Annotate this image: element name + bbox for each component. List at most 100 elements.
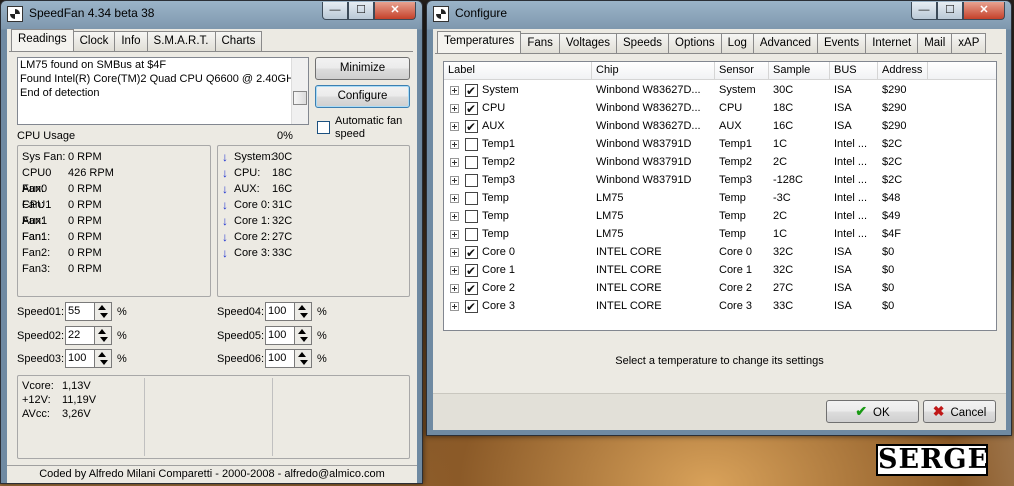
- expand-plus-icon[interactable]: [450, 139, 459, 149]
- maximize-window-button[interactable]: ☐: [348, 2, 374, 20]
- cell-label: Temp2: [444, 153, 592, 171]
- tab-smart[interactable]: S.M.A.R.T.: [146, 31, 216, 51]
- tab-fans[interactable]: Fans: [520, 33, 560, 53]
- tab-events[interactable]: Events: [817, 33, 867, 53]
- speed03-input[interactable]: 100: [65, 349, 95, 368]
- log-scrollbar[interactable]: [291, 58, 308, 124]
- table-row[interactable]: Temp LM75 Temp 2C Intel ... $49: [444, 207, 928, 225]
- tab-divider: [435, 53, 1002, 54]
- speedfan-titlebar[interactable]: SpeedFan 4.34 beta 38 — ☐ ✕: [1, 1, 422, 27]
- tab-mail[interactable]: Mail: [917, 33, 953, 53]
- table-row[interactable]: Temp LM75 Temp -3C Intel ... $48: [444, 189, 928, 207]
- minimize-button[interactable]: Minimize: [315, 57, 410, 80]
- speed04-input[interactable]: 100: [265, 302, 295, 321]
- table-row[interactable]: Core 1 INTEL CORE Core 1 32C ISA $0: [444, 261, 928, 279]
- column-sample[interactable]: Sample: [769, 62, 830, 80]
- expand-plus-icon[interactable]: [450, 229, 459, 239]
- speedfan-app-icon[interactable]: [7, 6, 23, 22]
- close-window-button[interactable]: ✕: [963, 2, 1005, 20]
- speedfan-tabs: Readings Clock Info S.M.A.R.T. Charts: [11, 29, 263, 51]
- tab-clock[interactable]: Clock: [72, 31, 116, 51]
- row-checkbox[interactable]: [465, 298, 478, 315]
- close-window-button[interactable]: ✕: [374, 2, 416, 20]
- row-checkbox[interactable]: [465, 244, 478, 261]
- table-row[interactable]: Core 3 INTEL CORE Core 3 33C ISA $0: [444, 297, 928, 315]
- row-checkbox[interactable]: [465, 209, 478, 223]
- expand-plus-icon[interactable]: [450, 121, 459, 131]
- row-checkbox[interactable]: [465, 191, 478, 205]
- table-row[interactable]: Temp LM75 Temp 1C Intel ... $4F: [444, 225, 928, 243]
- tab-voltages[interactable]: Voltages: [558, 33, 618, 53]
- row-checkbox[interactable]: [465, 155, 478, 169]
- expand-plus-icon[interactable]: [450, 211, 459, 221]
- table-row[interactable]: Temp1 Winbond W83791D Temp1 1C Intel ... $2C: [444, 135, 928, 153]
- column-bus[interactable]: BUS: [830, 62, 878, 80]
- detection-log[interactable]: LM75 found on SMBus at $4F Found Intel(R…: [17, 57, 309, 125]
- row-checkbox[interactable]: [465, 137, 478, 151]
- spin-arrows-icon[interactable]: [295, 302, 312, 321]
- expand-plus-icon[interactable]: [450, 157, 459, 167]
- expand-plus-icon[interactable]: [450, 283, 459, 293]
- log-line: LM75 found on SMBus at $4F: [20, 59, 167, 71]
- temp-name: Core 3:: [234, 247, 271, 259]
- speed06-input[interactable]: 100: [265, 349, 295, 368]
- speed05-input[interactable]: 100: [265, 326, 295, 345]
- speedfan-window: SpeedFan 4.34 beta 38 — ☐ ✕ Readings Clo…: [0, 0, 423, 484]
- maximize-window-button[interactable]: ☐: [937, 2, 963, 20]
- tab-readings[interactable]: Readings: [11, 29, 74, 51]
- column-sensor[interactable]: Sensor: [715, 62, 769, 80]
- spin-arrows-icon[interactable]: [95, 326, 112, 345]
- fan-value: 0 RPM: [68, 231, 102, 243]
- log-scroll-thumb[interactable]: [293, 91, 307, 105]
- column-chip[interactable]: Chip: [592, 62, 715, 80]
- minimize-window-button[interactable]: —: [911, 2, 937, 20]
- table-row[interactable]: Core 2 INTEL CORE Core 2 27C ISA $0: [444, 279, 928, 297]
- tab-xap[interactable]: xAP: [951, 33, 987, 53]
- expand-plus-icon[interactable]: [450, 175, 459, 185]
- tab-info[interactable]: Info: [114, 31, 148, 51]
- expand-plus-icon[interactable]: [450, 103, 459, 113]
- row-checkbox[interactable]: [465, 118, 478, 135]
- tab-charts[interactable]: Charts: [214, 31, 263, 51]
- tab-speeds[interactable]: Speeds: [616, 33, 670, 53]
- expand-plus-icon[interactable]: [450, 265, 459, 275]
- spin-arrows-icon[interactable]: [95, 302, 112, 321]
- table-row[interactable]: CPU Winbond W83627D... CPU 18C ISA $290: [444, 99, 928, 117]
- expand-plus-icon[interactable]: [450, 193, 459, 203]
- speed01-input[interactable]: 55: [65, 302, 95, 321]
- row-checkbox[interactable]: [465, 173, 478, 187]
- configure-app-icon[interactable]: [433, 6, 449, 22]
- table-row[interactable]: AUX Winbond W83627D... AUX 16C ISA $290: [444, 117, 928, 135]
- tab-log[interactable]: Log: [720, 33, 754, 53]
- table-row[interactable]: Core 0 INTEL CORE Core 0 32C ISA $0: [444, 243, 928, 261]
- expand-plus-icon[interactable]: [450, 247, 459, 257]
- configure-titlebar[interactable]: Configure — ☐ ✕: [427, 1, 1011, 27]
- spin-arrows-icon[interactable]: [95, 349, 112, 368]
- row-checkbox[interactable]: [465, 82, 478, 99]
- temperatures-list[interactable]: Label Chip Sensor Sample BUS Address Sys…: [443, 61, 997, 331]
- automatic-fan-speed-checkbox[interactable]: [317, 121, 330, 134]
- row-checkbox[interactable]: [465, 280, 478, 297]
- row-checkbox[interactable]: [465, 262, 478, 279]
- minimize-window-button[interactable]: —: [322, 2, 348, 20]
- table-row[interactable]: Temp2 Winbond W83791D Temp2 2C Intel ... $2C: [444, 153, 928, 171]
- column-address[interactable]: Address: [878, 62, 928, 80]
- tab-internet[interactable]: Internet: [865, 33, 919, 53]
- speed02-input[interactable]: 22: [65, 326, 95, 345]
- cell-bus: ISA: [834, 282, 852, 294]
- table-row[interactable]: Temp3 Winbond W83791D Temp3 -128C Intel ... $…: [444, 171, 928, 189]
- cancel-button[interactable]: ✖ Cancel: [923, 400, 996, 423]
- spin-arrows-icon[interactable]: [295, 349, 312, 368]
- expand-plus-icon[interactable]: [450, 85, 459, 95]
- row-checkbox[interactable]: [465, 100, 478, 117]
- ok-button[interactable]: ✔ OK: [826, 400, 919, 423]
- configure-button[interactable]: Configure: [315, 85, 410, 108]
- column-label[interactable]: Label: [444, 62, 592, 80]
- row-checkbox[interactable]: [465, 227, 478, 241]
- spin-arrows-icon[interactable]: [295, 326, 312, 345]
- tab-temperatures[interactable]: Temperatures: [437, 31, 522, 53]
- table-row[interactable]: System Winbond W83627D... System 30C ISA $290: [444, 81, 928, 99]
- tab-advanced[interactable]: Advanced: [752, 33, 819, 53]
- expand-plus-icon[interactable]: [450, 301, 459, 311]
- tab-options[interactable]: Options: [668, 33, 722, 53]
